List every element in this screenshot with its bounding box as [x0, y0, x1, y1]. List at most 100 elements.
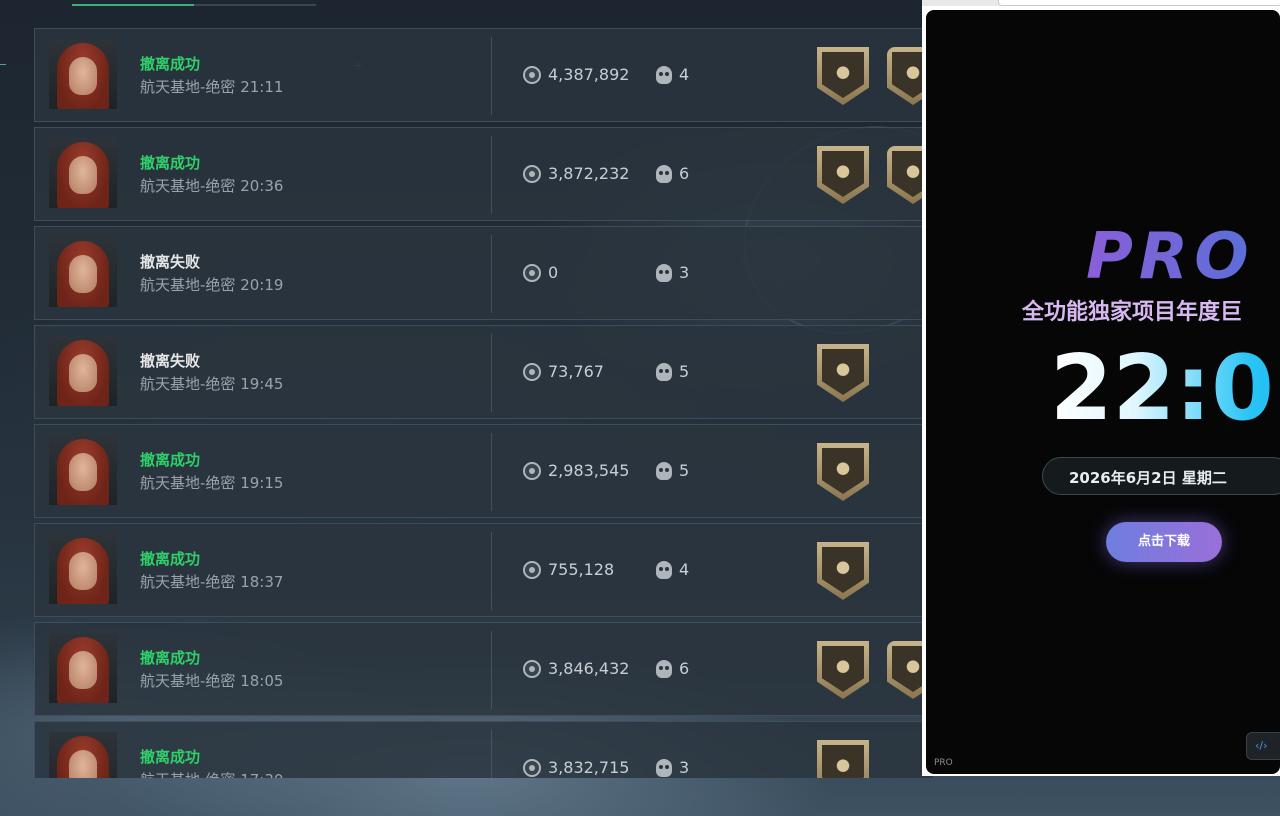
row-divider: [491, 334, 492, 412]
match-time: 20:19: [240, 276, 284, 294]
extraction-status: 撤离成功: [140, 649, 201, 667]
coin-icon: [523, 363, 541, 381]
map-name: 航天基地-绝密: [140, 78, 236, 96]
emblem-badge-icon[interactable]: [817, 740, 869, 778]
pro-popup-window: PRO 全功能独家项目年度巨 22:05 2026年6月2日 星期二 点击下载 …: [922, 6, 1280, 776]
extracted-value: 0: [548, 263, 559, 282]
row-divider: [491, 37, 492, 115]
match-time: 19:15: [240, 474, 284, 492]
inactive-tab-indicator: [194, 4, 316, 6]
avatar: [49, 732, 117, 778]
avatar-face: [69, 354, 97, 392]
kill-count: 5: [679, 362, 690, 381]
coin-icon: [523, 66, 541, 84]
avatar-face: [69, 750, 97, 778]
extraction-status: 撤离成功: [140, 748, 201, 766]
emblem-badge-icon[interactable]: [817, 344, 869, 402]
map-name: 航天基地-绝密: [140, 474, 236, 492]
map-and-time: 航天基地-绝密 20:19: [140, 274, 283, 295]
record-row[interactable]: 撤离成功航天基地-绝密 20:36 3,872,232 6: [34, 127, 934, 221]
kill-count: 3: [679, 758, 690, 777]
avatar-face: [69, 453, 97, 491]
skull-icon: [656, 561, 672, 579]
map-and-time: 航天基地-绝密 18:05: [140, 670, 283, 691]
map-name: 航天基地-绝密: [140, 573, 236, 591]
match-time: 20:36: [240, 177, 284, 195]
emblem-badge-icon[interactable]: [817, 641, 869, 699]
map-and-time: 航天基地-绝密 19:15: [140, 472, 283, 493]
map-name: 航天基地-绝密: [140, 672, 236, 690]
avatar: [49, 138, 117, 208]
extracted-value: 3,872,232: [548, 164, 630, 183]
match-time: 17:30: [240, 771, 283, 778]
emblem-badge-icon[interactable]: [817, 542, 869, 600]
match-history-list[interactable]: 撤离成功 航天基地-绝密 21:11 4,387,892 4 撤离成功 航天基地-绝密 2…: [34, 28, 934, 778]
extraction-status: 撤离成功: [140, 451, 201, 469]
match-time: 19:45: [240, 375, 284, 393]
kill-count: 3: [679, 263, 690, 282]
extraction-status: 撤离成功: [140, 154, 201, 172]
code-icon[interactable]: ‹/›: [1246, 732, 1280, 760]
map-and-time: 航天基地-绝密 20:36: [140, 175, 283, 196]
row-divider: [491, 730, 492, 778]
kill-count: 4: [679, 560, 690, 579]
date-pill: 2026年6月2日 星期二: [1042, 457, 1280, 495]
record-row[interactable]: 撤离失败航天基地-绝密 19:45 73,767 5: [34, 325, 934, 419]
record-row[interactable]: 撤离失败航天基地-绝密 20:19 0 3: [34, 226, 934, 320]
emblem-badge-icon[interactable]: [817, 443, 869, 501]
coin-icon: [523, 660, 541, 678]
extraction-status: 撤离成功: [140, 55, 201, 73]
popup-content: PRO 全功能独家项目年度巨 22:05 2026年6月2日 星期二 点击下载 …: [926, 10, 1280, 774]
record-row[interactable]: 撤离成功航天基地-绝密 19:15 2,983,545 5: [34, 424, 934, 518]
extraction-status: 撤离成功: [140, 550, 201, 568]
row-divider: [491, 235, 492, 313]
match-time: 21:11: [240, 78, 284, 96]
active-tab-indicator: [72, 4, 194, 6]
kill-count: 6: [679, 164, 690, 183]
extracted-value: 755,128: [548, 560, 615, 579]
popup-title: PRO: [1086, 220, 1255, 294]
extraction-status: 撤离失败: [140, 253, 201, 271]
popup-tagline: 全功能独家项目年度巨: [1022, 300, 1243, 325]
extracted-value: 73,767: [548, 362, 604, 381]
emblem-badge-icon[interactable]: [817, 47, 869, 105]
row-divider: [491, 136, 492, 214]
kill-count: 4: [679, 65, 690, 84]
coin-icon: [523, 759, 541, 777]
extraction-status: 撤离失败: [140, 352, 201, 370]
map-and-time: 航天基地-绝密 19:45: [140, 373, 283, 394]
record-row[interactable]: 撤离成功航天基地-绝密 21:11 4,387,892 4: [34, 28, 934, 122]
emblem-badge-icon[interactable]: [817, 146, 869, 204]
avatar: [49, 336, 117, 406]
map-name: 航天基地-绝密: [140, 177, 236, 195]
avatar: [49, 633, 117, 703]
map-and-time: 航天基地-绝密 21:11: [140, 76, 283, 97]
extracted-value: 3,846,432: [548, 659, 630, 678]
map-name: 航天基地-绝密: [140, 771, 235, 778]
record-row[interactable]: 撤离成功航天基地-绝密 17:30 3,832,715 3: [34, 721, 934, 778]
avatar: [49, 534, 117, 604]
match-time: 18:37: [240, 573, 284, 591]
record-row[interactable]: 撤离成功航天基地-绝密 18:37 755,128 4: [34, 523, 934, 617]
skull-icon: [656, 264, 672, 282]
coin-icon: [523, 165, 541, 183]
extracted-value: 2,983,545: [548, 461, 630, 480]
row-divider: [491, 532, 492, 610]
coin-icon: [523, 561, 541, 579]
skull-icon: [656, 759, 672, 777]
kill-count: 5: [679, 461, 690, 480]
avatar-face: [69, 651, 97, 689]
skull-icon: [656, 66, 672, 84]
extracted-value: 3,832,715: [548, 758, 630, 777]
extracted-value: 4,387,892: [548, 65, 630, 84]
download-button[interactable]: 点击下载: [1106, 522, 1222, 562]
avatar-face: [69, 552, 97, 590]
record-row[interactable]: 撤离成功 航天基地-绝密 18:05 3,846,432 6: [34, 622, 934, 716]
map-and-time: 航天基地-绝密 17:30: [140, 769, 283, 778]
skull-icon: [656, 660, 672, 678]
corner-mark: PRO: [934, 758, 953, 768]
skull-icon: [656, 363, 672, 381]
avatar-face: [69, 156, 97, 194]
map-name: 航天基地-绝密: [140, 276, 236, 294]
avatar: [49, 237, 117, 307]
